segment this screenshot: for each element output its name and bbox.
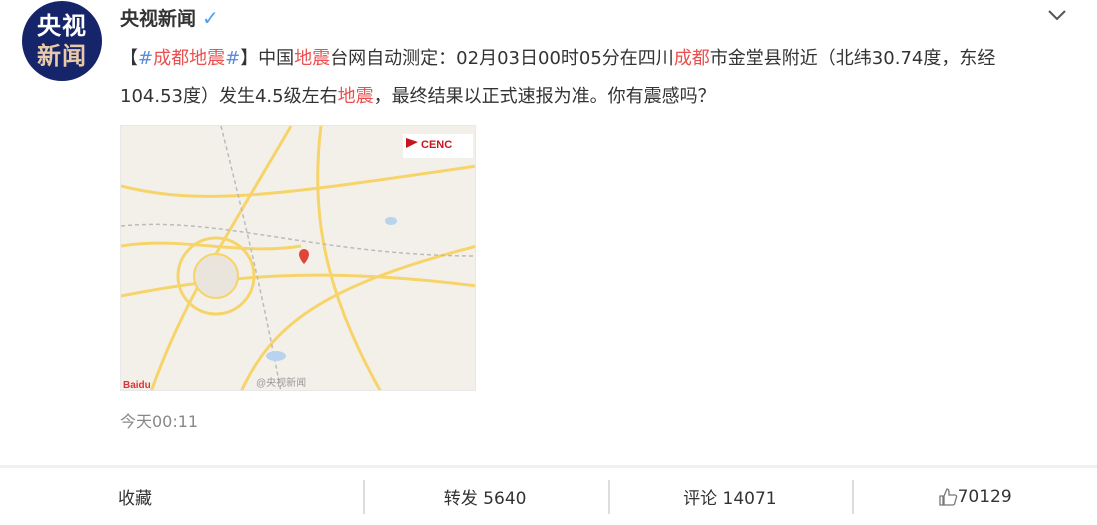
avatar-text-2: 新闻 bbox=[37, 42, 87, 70]
keyword-highlight[interactable]: 成都地震 bbox=[153, 48, 225, 69]
map-graphic: CENC Baidu @央视新闻 bbox=[121, 126, 475, 391]
verified-v-icon: ✓ bbox=[202, 6, 219, 30]
comment-label: 评论 14071 bbox=[683, 489, 777, 509]
map-image[interactable]: CENC Baidu @央视新闻 bbox=[120, 125, 476, 391]
text-segment: 】中国 bbox=[240, 48, 295, 69]
favorite-label: 收藏 bbox=[118, 489, 152, 509]
repost-button[interactable]: 转发 5640 bbox=[362, 468, 608, 525]
text-segment: 【 bbox=[120, 48, 138, 69]
text-segment: 台网自动测定：02月03日00时05分在四川 bbox=[330, 48, 674, 69]
avatar[interactable]: 央视 新闻 bbox=[22, 1, 102, 81]
post-time[interactable]: 今天00:11 bbox=[120, 408, 198, 432]
like-button[interactable]: 70129 bbox=[852, 468, 1097, 525]
post-text: 【#成都地震#】中国地震台网自动测定：02月03日00时05分在四川成都市金堂县… bbox=[120, 40, 1030, 116]
author-name-row: 央视新闻 ✓ bbox=[120, 4, 219, 31]
favorite-button[interactable]: 收藏 bbox=[0, 468, 363, 525]
comment-button[interactable]: 评论 14071 bbox=[607, 468, 853, 525]
repost-label: 转发 5640 bbox=[443, 489, 527, 509]
keyword-highlight[interactable]: 地震 bbox=[338, 86, 374, 107]
cenc-logo: CENC bbox=[421, 139, 452, 151]
text-segment: ，最终结果以正式速报为准。你有震感吗？ bbox=[373, 86, 716, 107]
map-watermark: @央视新闻 bbox=[256, 376, 306, 389]
keyword-highlight[interactable]: 成都 bbox=[674, 48, 710, 69]
like-count: 70129 bbox=[957, 486, 1012, 507]
hashtag-mark[interactable]: # bbox=[225, 48, 240, 69]
baidu-logo: Baidu bbox=[123, 380, 151, 391]
author-name[interactable]: 央视新闻 bbox=[120, 8, 196, 30]
action-bar: 收藏 转发 5640 评论 14071 70129 bbox=[0, 465, 1097, 525]
thumbs-up-icon bbox=[938, 487, 957, 506]
avatar-text-1: 央视 bbox=[37, 12, 87, 40]
keyword-highlight[interactable]: 地震 bbox=[294, 48, 330, 69]
chevron-down-icon[interactable] bbox=[1046, 4, 1068, 26]
hashtag-mark[interactable]: # bbox=[138, 48, 153, 69]
